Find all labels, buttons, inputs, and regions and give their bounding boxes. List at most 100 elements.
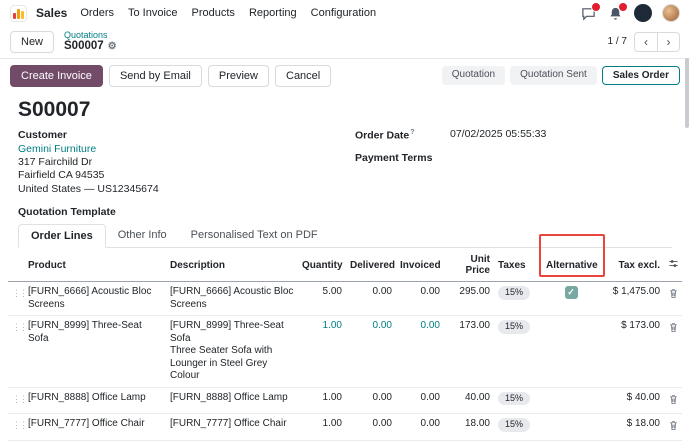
order-line-row[interactable]: ⋮⋮ [FURN_8888] Office Lamp [FURN_8888] O… — [8, 387, 682, 414]
header-fields: Customer Gemini Furniture 317 Fairchild … — [18, 128, 672, 197]
tab-personalised-text[interactable]: Personalised Text on PDF — [179, 224, 330, 247]
quantity-cell[interactable]: 1.00 — [298, 414, 346, 441]
description-cell[interactable]: [FURN_7777] Office Chair — [166, 414, 298, 441]
col-tax-excl[interactable]: Tax excl. — [600, 248, 664, 282]
product-cell[interactable]: [FURN_7777] Office Chair — [24, 414, 166, 441]
delivered-cell: 0.00 — [346, 282, 396, 316]
main-menu: Orders To Invoice Products Reporting Con… — [80, 7, 376, 19]
drag-handle-icon[interactable]: ⋮⋮ — [8, 282, 24, 316]
breadcrumb-current: S00007 — [64, 40, 104, 53]
line-actions: Add a product Add a section Add a note C… — [18, 441, 672, 446]
company-avatar[interactable] — [634, 4, 652, 22]
adjust-columns-icon[interactable] — [664, 248, 682, 282]
messages-icon[interactable] — [580, 5, 597, 22]
taxes-cell[interactable]: 15% — [494, 282, 542, 316]
pager-next-icon[interactable]: › — [657, 33, 679, 51]
order-date-value[interactable]: 07/02/2025 05:55:33 — [450, 128, 546, 143]
notebook-tabs: Order Lines Other Info Personalised Text… — [18, 224, 672, 248]
activities-bell-icon[interactable] — [607, 5, 624, 22]
delete-row-icon[interactable] — [664, 316, 682, 388]
description-cell[interactable]: [FURN_8999] Three-Seat Sofa Three Seater… — [166, 316, 298, 388]
subtotal-cell: $ 1,475.00 — [600, 282, 664, 316]
menu-products[interactable]: Products — [192, 7, 235, 19]
breadcrumb-quotations[interactable]: Quotations — [64, 30, 117, 40]
tax-badge: 15% — [498, 392, 530, 405]
drag-handle-icon[interactable]: ⋮⋮ — [8, 414, 24, 441]
delivered-cell: 0.00 — [346, 387, 396, 414]
new-button[interactable]: New — [10, 31, 54, 53]
unit-price-cell[interactable]: 40.00 — [444, 387, 494, 414]
cancel-button[interactable]: Cancel — [275, 65, 331, 87]
quantity-cell[interactable]: 1.00 — [298, 316, 346, 388]
gear-icon[interactable]: ⚙ — [108, 41, 117, 53]
systray — [580, 4, 680, 22]
quantity-cell[interactable]: 5.00 — [298, 282, 346, 316]
taxes-cell[interactable]: 15% — [494, 316, 542, 388]
address-line: 317 Fairchild Dr — [18, 156, 335, 169]
breadcrumb: Quotations S00007 ⚙ — [64, 30, 117, 54]
col-unit-price[interactable]: Unit Price — [444, 248, 494, 282]
form-sheet: S00007 Customer Gemini Furniture 317 Fai… — [0, 98, 690, 446]
tab-order-lines[interactable]: Order Lines — [18, 224, 106, 248]
scrollbar[interactable] — [685, 58, 689, 128]
product-cell[interactable]: [FURN_8999] Three-Seat Sofa — [24, 316, 166, 388]
drag-handle-icon[interactable]: ⋮⋮ — [8, 316, 24, 388]
product-cell[interactable]: [FURN_8888] Office Lamp — [24, 387, 166, 414]
payment-terms-label: Payment Terms — [355, 151, 450, 165]
col-delivered[interactable]: Delivered — [346, 248, 396, 282]
customer-link[interactable]: Gemini Furniture — [18, 142, 335, 156]
tab-other-info[interactable]: Other Info — [106, 224, 179, 247]
alternative-cell — [542, 414, 600, 441]
taxes-cell[interactable]: 15% — [494, 414, 542, 441]
help-icon: ? — [410, 129, 414, 136]
order-line-row[interactable]: ⋮⋮ [FURN_6666] Acoustic Bloc Screens [FU… — [8, 282, 682, 316]
address-line: United States — US12345674 — [18, 183, 335, 196]
create-invoice-button[interactable]: Create Invoice — [10, 65, 103, 87]
col-invoiced[interactable]: Invoiced — [396, 248, 444, 282]
menu-to-invoice[interactable]: To Invoice — [128, 7, 178, 19]
delete-row-icon[interactable] — [664, 387, 682, 414]
send-by-email-button[interactable]: Send by Email — [109, 65, 202, 87]
customer-block: Customer Gemini Furniture 317 Fairchild … — [18, 128, 335, 197]
delivered-cell: 0.00 — [346, 316, 396, 388]
description-cell[interactable]: [FURN_8888] Office Lamp — [166, 387, 298, 414]
status-quotation[interactable]: Quotation — [442, 66, 505, 85]
status-quotation-sent[interactable]: Quotation Sent — [510, 66, 597, 85]
invoiced-cell: 0.00 — [396, 316, 444, 388]
status-sales-order[interactable]: Sales Order — [602, 66, 680, 85]
subtotal-cell: $ 40.00 — [600, 387, 664, 414]
app-name[interactable]: Sales — [36, 6, 67, 20]
delete-row-icon[interactable] — [664, 282, 682, 316]
order-line-row[interactable]: ⋮⋮ [FURN_8999] Three-Seat Sofa [FURN_899… — [8, 316, 682, 388]
description-cell[interactable]: [FURN_6666] Acoustic Bloc Screens — [166, 282, 298, 316]
activities-badge — [618, 2, 628, 12]
page-title: S00007 — [18, 98, 672, 122]
col-taxes[interactable]: Taxes — [494, 248, 542, 282]
menu-configuration[interactable]: Configuration — [311, 7, 376, 19]
col-product[interactable]: Product — [24, 248, 166, 282]
order-line-row[interactable]: ⋮⋮ [FURN_7777] Office Chair [FURN_7777] … — [8, 414, 682, 441]
invoiced-cell: 0.00 — [396, 387, 444, 414]
delete-row-icon[interactable] — [664, 414, 682, 441]
product-cell[interactable]: [FURN_6666] Acoustic Bloc Screens — [24, 282, 166, 316]
sales-app-icon[interactable] — [10, 5, 27, 22]
col-description[interactable]: Description — [166, 248, 298, 282]
col-quantity[interactable]: Quantity — [298, 248, 346, 282]
quantity-cell[interactable]: 1.00 — [298, 387, 346, 414]
messages-badge — [591, 2, 601, 12]
taxes-cell[interactable]: 15% — [494, 387, 542, 414]
drag-handle-icon[interactable]: ⋮⋮ — [8, 387, 24, 414]
menu-reporting[interactable]: Reporting — [249, 7, 297, 19]
alternative-checkbox[interactable]: ✓ — [565, 286, 578, 299]
user-avatar[interactable] — [662, 4, 680, 22]
col-alternative[interactable]: Alternative — [542, 248, 600, 282]
preview-button[interactable]: Preview — [208, 65, 269, 87]
unit-price-cell[interactable]: 173.00 — [444, 316, 494, 388]
tax-badge: 15% — [498, 286, 530, 299]
statusbar: Quotation Quotation Sent Sales Order — [442, 66, 680, 85]
unit-price-cell[interactable]: 18.00 — [444, 414, 494, 441]
menu-orders[interactable]: Orders — [80, 7, 114, 19]
unit-price-cell[interactable]: 295.00 — [444, 282, 494, 316]
order-lines-table: Product Description Quantity Delivered I… — [8, 248, 682, 441]
pager-previous-icon[interactable]: ‹ — [635, 33, 657, 51]
